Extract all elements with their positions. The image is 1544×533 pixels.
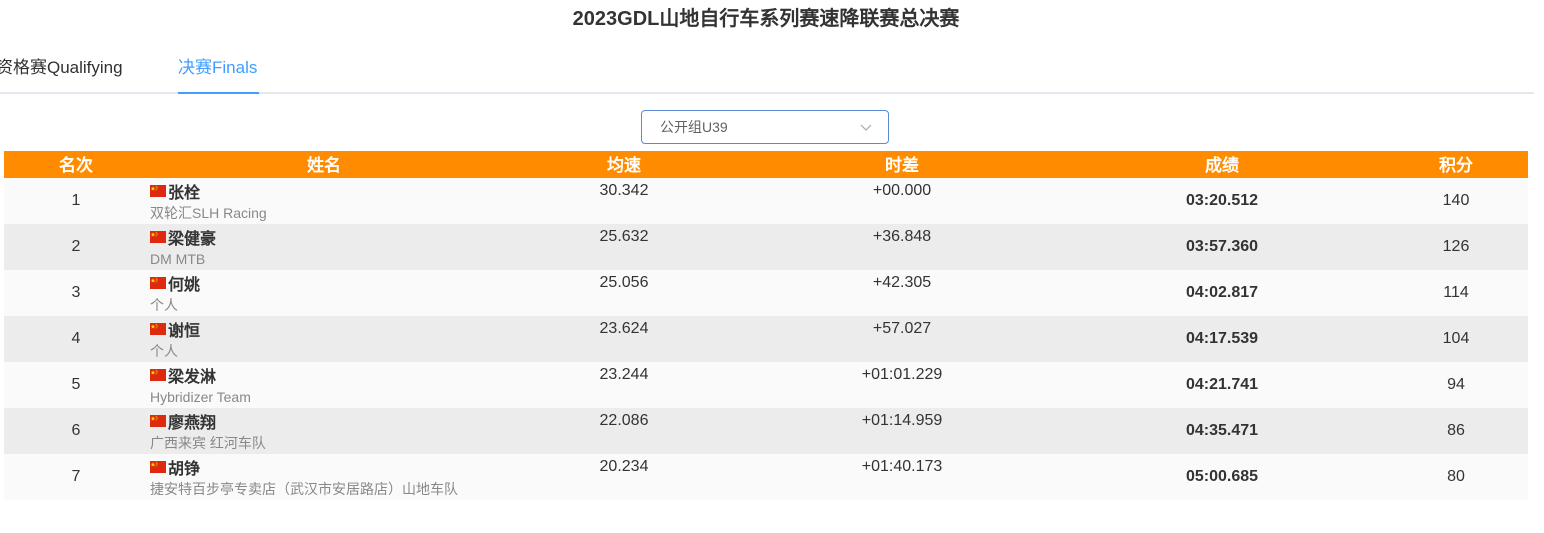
rider-cell: 何姚 个人 <box>150 272 200 315</box>
gap-cell: +00.000 <box>872 182 932 199</box>
points-cell: 80 <box>1447 468 1465 485</box>
speed-cell: 22.086 <box>599 412 649 429</box>
speed-cell: 25.632 <box>599 228 649 245</box>
points-cell: 104 <box>1442 330 1470 347</box>
rider-team: Hybridizer Team <box>150 389 251 405</box>
rider-cell: 梁发淋 Hybridizer Team <box>150 364 251 407</box>
time-cell: 04:35.471 <box>1185 422 1259 439</box>
group-select-value: 公开组U39 <box>660 119 728 135</box>
tab-finals[interactable]: 决赛Finals <box>178 48 257 92</box>
rank-cell: 1 <box>71 192 81 209</box>
results-table: 名次 姓名 均速 时差 成绩 积分 1 张栓 双轮汇SLH Racing 30.… <box>4 151 1528 500</box>
rider-name: 胡铮 <box>168 461 201 478</box>
header-time: 成绩 <box>1205 156 1239 175</box>
speed-cell: 20.234 <box>599 458 649 475</box>
table-header: 名次 姓名 均速 时差 成绩 积分 <box>4 151 1528 178</box>
rider-team: DM MTB <box>150 251 206 267</box>
rider-name: 廖燕翔 <box>168 415 217 432</box>
time-cell: 03:20.512 <box>1185 192 1259 209</box>
rank-cell: 4 <box>71 330 81 347</box>
gap-cell: +01:40.173 <box>861 458 943 475</box>
time-cell: 04:02.817 <box>1185 284 1259 301</box>
china-flag-icon <box>150 461 166 473</box>
header-name: 姓名 <box>307 156 341 175</box>
gap-cell: +42.305 <box>872 274 932 291</box>
table-row: 3 何姚 个人 25.056 +42.305 04:02.817 114 <box>4 270 1528 316</box>
china-flag-icon <box>150 415 166 427</box>
china-flag-icon <box>150 185 166 197</box>
rider-cell: 廖燕翔 广西来宾 红河车队 <box>150 410 266 453</box>
chevron-down-icon <box>860 120 872 132</box>
rider-name: 梁健豪 <box>168 231 217 248</box>
rider-cell: 谢恒 个人 <box>150 318 200 361</box>
table-row: 7 胡铮 捷安特百步亭专卖店（武汉市安居路店）山地车队 20.234 +01:4… <box>4 454 1528 500</box>
rank-cell: 3 <box>71 284 81 301</box>
speed-cell: 23.244 <box>599 366 649 383</box>
rider-name: 梁发淋 <box>168 369 217 386</box>
rider-name: 张栓 <box>168 185 201 202</box>
table-row: 6 廖燕翔 广西来宾 红河车队 22.086 +01:14.959 04:35.… <box>4 408 1528 454</box>
china-flag-icon <box>150 323 166 335</box>
page-title: 2023GDL山地自行车系列赛速降联赛总决赛 <box>572 8 960 30</box>
rider-name: 谢恒 <box>168 323 201 340</box>
rank-cell: 5 <box>71 376 81 393</box>
table-body: 1 张栓 双轮汇SLH Racing 30.342 +00.000 03:20.… <box>4 178 1528 500</box>
tab-bar: 资格赛Qualifying 决赛Finals <box>0 48 1534 94</box>
points-cell: 126 <box>1442 238 1470 255</box>
points-cell: 94 <box>1447 376 1465 393</box>
time-cell: 05:00.685 <box>1185 468 1259 485</box>
speed-cell: 25.056 <box>599 274 649 291</box>
rider-name: 何姚 <box>168 277 201 294</box>
speed-cell: 23.624 <box>599 320 649 337</box>
rider-team: 个人 <box>150 297 178 313</box>
rank-cell: 6 <box>71 422 81 439</box>
points-cell: 86 <box>1447 422 1465 439</box>
header-rank: 名次 <box>59 156 93 175</box>
rank-cell: 7 <box>71 468 81 485</box>
header-points: 积分 <box>1439 156 1473 175</box>
table-row: 2 梁健豪 DM MTB 25.632 +36.848 03:57.360 12… <box>4 224 1528 270</box>
group-select[interactable]: 公开组U39 <box>641 110 889 144</box>
tab-qualifying[interactable]: 资格赛Qualifying <box>0 48 123 92</box>
header-gap: 时差 <box>885 156 919 175</box>
rider-team: 个人 <box>150 343 178 359</box>
gap-cell: +01:14.959 <box>861 412 943 429</box>
rider-cell: 梁健豪 DM MTB <box>150 226 216 269</box>
speed-cell: 30.342 <box>599 182 649 199</box>
active-tab-indicator <box>178 92 259 94</box>
time-cell: 03:57.360 <box>1185 238 1259 255</box>
rank-cell: 2 <box>71 238 81 255</box>
points-cell: 114 <box>1443 284 1469 301</box>
china-flag-icon <box>150 231 166 243</box>
gap-cell: +01:01.229 <box>861 366 943 383</box>
rider-cell: 胡铮 捷安特百步亭专卖店（武汉市安居路店）山地车队 <box>150 456 458 499</box>
gap-cell: +57.027 <box>872 320 932 337</box>
rider-cell: 张栓 双轮汇SLH Racing <box>150 180 267 223</box>
header-speed: 均速 <box>607 156 641 175</box>
table-row: 5 梁发淋 Hybridizer Team 23.244 +01:01.229 … <box>4 362 1528 408</box>
china-flag-icon <box>150 277 166 289</box>
time-cell: 04:21.741 <box>1185 376 1259 393</box>
rider-team: 捷安特百步亭专卖店（武汉市安居路店）山地车队 <box>150 481 458 497</box>
rider-team: 广西来宾 红河车队 <box>150 435 266 451</box>
table-row: 1 张栓 双轮汇SLH Racing 30.342 +00.000 03:20.… <box>4 178 1528 224</box>
points-cell: 140 <box>1442 192 1470 209</box>
rider-team: 双轮汇SLH Racing <box>150 205 267 221</box>
table-row: 4 谢恒 个人 23.624 +57.027 04:17.539 104 <box>4 316 1528 362</box>
time-cell: 04:17.539 <box>1185 330 1259 347</box>
gap-cell: +36.848 <box>872 228 932 245</box>
china-flag-icon <box>150 369 166 381</box>
